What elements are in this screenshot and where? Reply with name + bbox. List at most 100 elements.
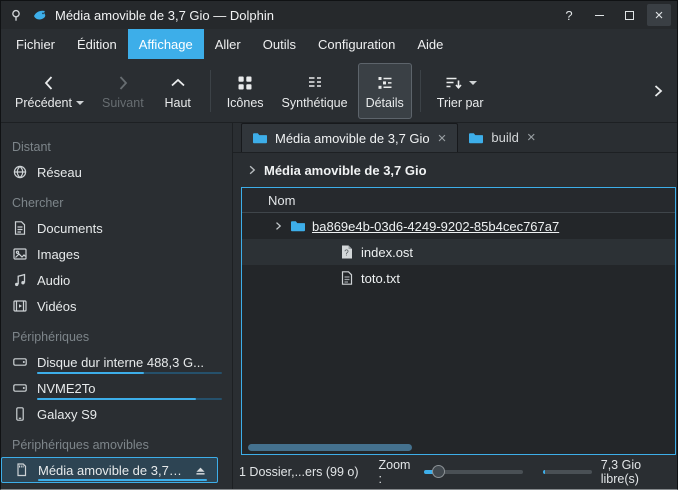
dolphin-window: Média amovible de 3,7 Gio — Dolphin ? × … — [0, 0, 678, 490]
sidebar-item-label: Réseau — [37, 165, 223, 180]
hard-drive-icon — [12, 354, 28, 370]
back-history-caret-icon[interactable] — [76, 101, 84, 105]
close-button[interactable]: × — [647, 4, 671, 26]
dolphin-app-icon — [31, 6, 49, 24]
sidebar-item-label: Disque dur interne 488,3 G... — [37, 355, 223, 370]
maximize-icon — [625, 11, 634, 20]
tab-label: Média amovible de 3,7 Gio — [275, 131, 430, 146]
sort-caret-icon — [469, 81, 477, 85]
window-title: Média amovible de 3,7 Gio — Dolphin — [55, 8, 274, 23]
pin-icon[interactable] — [7, 6, 25, 24]
file-name[interactable]: index.ost — [361, 245, 413, 260]
sort-icon — [443, 73, 463, 93]
section-peripheriques: Périphériques — [1, 325, 232, 349]
forward-button[interactable]: Suivant — [94, 63, 152, 119]
sidebar-item-galaxy-s9[interactable]: Galaxy S9 — [1, 401, 232, 427]
file-row-index-ost[interactable]: ? index.ost — [242, 239, 675, 265]
sidebar-item-documents[interactable]: Documents — [1, 215, 232, 241]
tab-close-icon[interactable]: × — [526, 130, 537, 145]
icons-label: Icônes — [227, 96, 264, 110]
tab-close-icon[interactable]: × — [437, 131, 448, 146]
menu-fichier[interactable]: Fichier — [5, 29, 66, 59]
sidebar-item-reseau[interactable]: Réseau — [1, 159, 232, 185]
status-bar: 1 Dossier,...ers (99 o) Zoom : — [233, 455, 677, 489]
maximize-button[interactable] — [617, 4, 641, 26]
videos-icon — [12, 298, 28, 314]
menu-outils[interactable]: Outils — [252, 29, 307, 59]
disk-usage-bar — [37, 372, 222, 375]
back-button[interactable]: Précédent — [7, 63, 92, 119]
up-arrow-icon — [168, 73, 188, 93]
scrollbar-thumb[interactable] — [248, 444, 412, 451]
icons-view-icon — [235, 73, 255, 93]
tab-build[interactable]: build × — [458, 123, 546, 152]
view-icons-button[interactable]: Icônes — [219, 63, 272, 119]
sidebar-item-label: Galaxy S9 — [37, 407, 223, 422]
capacity-bar — [543, 470, 591, 474]
horizontal-scrollbar[interactable] — [248, 444, 669, 451]
toolbar-separator — [420, 70, 421, 112]
view-details-button[interactable]: Détails — [358, 63, 412, 119]
sidebar-item-label: Média amovible de 3,7 ... — [38, 463, 183, 478]
zoom-slider[interactable] — [424, 465, 524, 479]
column-header-label: Nom — [268, 193, 295, 208]
menu-aide[interactable]: Aide — [406, 29, 454, 59]
sidebar-item-audio[interactable]: Audio — [1, 267, 232, 293]
audio-icon — [12, 272, 28, 288]
menu-aller[interactable]: Aller — [204, 29, 252, 59]
folder-icon — [290, 218, 306, 234]
sidebar-item-label: Audio — [37, 273, 223, 288]
tab-media-amovible[interactable]: Média amovible de 3,7 Gio × — [241, 123, 458, 152]
sidebar-item-videos[interactable]: Vidéos — [1, 293, 232, 319]
images-icon — [12, 246, 28, 262]
eject-icon[interactable] — [192, 462, 208, 478]
details-label: Détails — [366, 96, 404, 110]
file-name[interactable]: ba869e4b-03d6-4249-9202-85b4cec767a7 — [312, 219, 559, 234]
help-button[interactable]: ? — [557, 4, 581, 26]
zoom-slider-handle[interactable] — [432, 465, 445, 478]
sidebar-item-label: NVME2To — [37, 381, 223, 396]
file-name[interactable]: toto.txt — [361, 271, 400, 286]
documents-icon — [12, 220, 28, 236]
zoom-label: Zoom : — [379, 458, 416, 486]
file-view[interactable]: Nom ba869e4b-03d6-4249-9202-85b4cec767a7… — [241, 187, 676, 455]
menu-configuration[interactable]: Configuration — [307, 29, 406, 59]
capacity-fill — [543, 470, 545, 474]
hard-drive-icon — [12, 380, 28, 396]
compact-view-icon — [305, 73, 325, 93]
titlebar[interactable]: Média amovible de 3,7 Gio — Dolphin ? × — [1, 1, 677, 29]
sidebar-item-nvme2to[interactable]: NVME2To — [1, 375, 232, 401]
sort-by-button[interactable]: Trier par — [429, 63, 492, 119]
chevron-right-icon — [650, 83, 666, 99]
free-space-indicator: 7,3 Gio libre(s) — [543, 458, 669, 486]
file-row-toto-txt[interactable]: toto.txt — [242, 265, 675, 291]
back-label: Précédent — [15, 96, 72, 110]
menu-edition[interactable]: Édition — [66, 29, 128, 59]
back-arrow-icon — [39, 73, 59, 93]
up-button[interactable]: Haut — [154, 63, 202, 119]
menubar: Fichier Édition Affichage Aller Outils C… — [1, 29, 677, 59]
toolbar-overflow-button[interactable] — [645, 69, 671, 113]
expand-arrow-icon[interactable] — [272, 220, 284, 232]
sidebar-item-media-amovible[interactable]: Média amovible de 3,7 ... — [1, 457, 218, 483]
sidebar-item-label: Documents — [37, 221, 223, 236]
minimize-button[interactable] — [587, 4, 611, 26]
section-distant: Distant — [1, 135, 232, 159]
column-header-nom[interactable]: Nom — [242, 188, 675, 213]
breadcrumb-location[interactable]: Média amovible de 3,7 Gio — [264, 163, 427, 178]
sidebar-item-images[interactable]: Images — [1, 241, 232, 267]
details-view-icon — [375, 73, 395, 93]
toolbar-separator — [210, 70, 211, 112]
file-row-folder[interactable]: ba869e4b-03d6-4249-9202-85b4cec767a7 — [242, 213, 675, 239]
free-space-label: 7,3 Gio libre(s) — [601, 458, 669, 486]
disk-usage-bar — [38, 479, 207, 482]
menu-affichage[interactable]: Affichage — [128, 29, 204, 59]
sd-card-icon — [13, 462, 29, 478]
sidebar-item-disque-interne[interactable]: Disque dur interne 488,3 G... — [1, 349, 232, 375]
zoom-control: Zoom : — [379, 458, 524, 486]
view-compact-button[interactable]: Synthétique — [274, 63, 356, 119]
location-bar[interactable]: Média amovible de 3,7 Gio — [233, 153, 677, 187]
disk-usage-bar — [37, 398, 222, 401]
selection-summary: 1 Dossier,...ers (99 o) — [239, 465, 359, 479]
sidebar-item-label: Vidéos — [37, 299, 223, 314]
